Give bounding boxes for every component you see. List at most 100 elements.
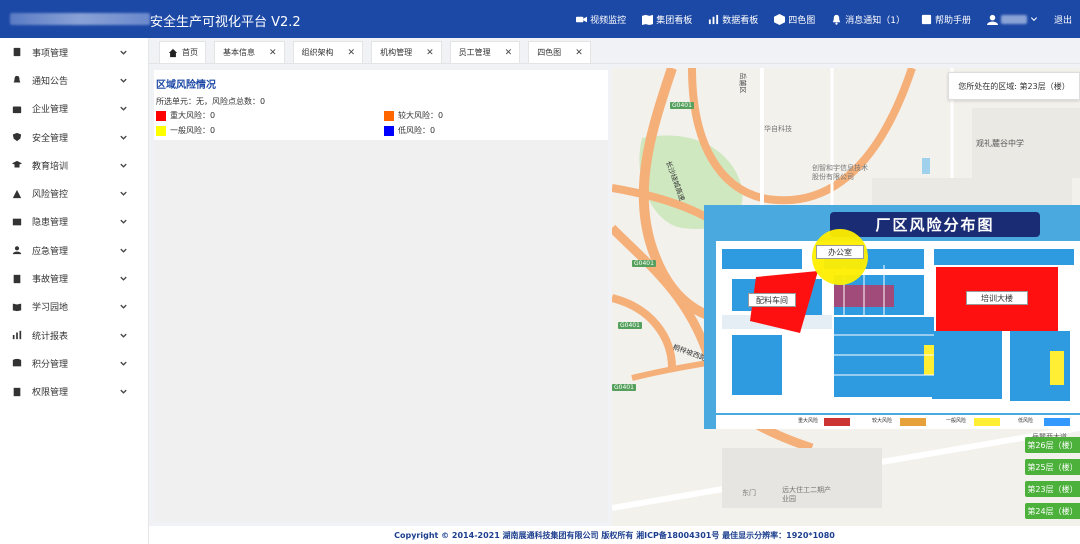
office-label[interactable]: 办公室 (816, 245, 864, 259)
chevron-down-icon (119, 48, 128, 57)
sidebar-item-9[interactable]: 学习园地 (0, 293, 148, 321)
risk-panel-header: 区域风险情况 所选单元：无，风险点总数：0 重大风险：0 较大风险：0 一般风险… (154, 70, 608, 140)
tab-5[interactable]: 四色图 ✕ (528, 41, 591, 63)
document-icon (12, 47, 22, 57)
database-icon (12, 358, 22, 368)
tabs-bar: 首页 基本信息 ✕ 组织架构 ✕ 机构管理 ✕ 员工管理 ✕ 四色图 ✕ (149, 38, 1080, 64)
chevron-down-icon (119, 302, 128, 311)
close-icon[interactable]: ✕ (575, 48, 583, 58)
floor-button-24[interactable]: 第24层（楼） (1025, 503, 1080, 519)
sidebar-item-2[interactable]: 企业管理 (0, 95, 148, 123)
current-location-box: 您所处在的区域: 第23层（楼） (948, 72, 1080, 100)
app-title: 安全生产可视化平台 V2.2 (150, 15, 301, 30)
nav-four-color-map[interactable]: 四色图 (774, 13, 815, 26)
factory-legend-major: 重大风险 (798, 418, 819, 424)
sidebar-item-label: 安全管理 (32, 133, 69, 144)
accident-icon (12, 274, 22, 284)
tab-label: 机构管理 (380, 48, 413, 57)
tab-1[interactable]: 基本信息 ✕ (214, 41, 285, 63)
chevron-down-icon (1030, 17, 1038, 22)
sidebar-item-label: 隐患管理 (32, 218, 69, 229)
home-icon (168, 48, 178, 57)
nav-notifications-label: 消息通知（1） (845, 15, 905, 26)
username-blurred (1000, 14, 1027, 24)
legend-low-risk-label: 低风险：0 (398, 126, 436, 135)
tab-3[interactable]: 机构管理 ✕ (371, 41, 442, 63)
legend-large-risk: 较大风险：0 (384, 110, 443, 121)
chevron-down-icon (119, 246, 128, 255)
close-icon[interactable]: ✕ (348, 48, 356, 58)
legend-major-risk-label: 重大风险：0 (170, 111, 216, 120)
general-risk-swatch (156, 125, 166, 136)
sidebar-item-1[interactable]: 通知公告 (0, 66, 148, 94)
map-label-company: 华自科技 (764, 125, 792, 133)
legend-general-risk: 一般风险：0 (156, 125, 215, 136)
floor-button-23[interactable]: 第23层（楼） (1025, 481, 1080, 497)
top-header: 安全生产可视化平台 V2.2 视频监控 集团看板 数据看板 四色图 消息通知（1… (0, 0, 1080, 38)
nav-group-board-label: 集团看板 (656, 15, 693, 26)
bell-icon (833, 14, 841, 25)
floor-button-25[interactable]: 第25层（楼） (1025, 459, 1080, 475)
workshop-label[interactable]: 配料车间 (748, 293, 796, 307)
nav-help-manual[interactable]: 帮助手册 (921, 13, 971, 26)
sidebar-item-12[interactable]: 权限管理 (0, 378, 148, 406)
panel-title: 区域风险情况 (156, 80, 216, 91)
tab-label: 四色图 (537, 48, 562, 57)
video-camera-icon (576, 16, 588, 22)
factory-floor-plan (716, 229, 1080, 429)
tab-label: 基本信息 (223, 48, 255, 57)
cube-icon (774, 13, 786, 25)
graduation-cap-icon (12, 160, 22, 170)
sidebar-item-label: 积分管理 (32, 359, 69, 370)
book-open-icon (12, 302, 22, 312)
sidebar-item-3[interactable]: 安全管理 (0, 123, 148, 151)
logout-button[interactable]: 退出 (1054, 13, 1072, 26)
chevron-down-icon (119, 359, 128, 368)
sidebar-item-7[interactable]: 应急管理 (0, 236, 148, 264)
map-label-school: 观礼麓谷中学 (976, 139, 1024, 148)
sidebar-item-0[interactable]: 事项管理 (0, 38, 148, 66)
map-label-company-2: 创智和宇信息技术股份有限公司 (812, 164, 868, 181)
logout-label: 退出 (1053, 15, 1072, 26)
user-menu[interactable] (986, 14, 1038, 25)
close-icon[interactable]: ✕ (505, 48, 513, 58)
lock-document-icon (12, 387, 22, 397)
floor-button-26[interactable]: 第26层（楼） (1025, 437, 1080, 453)
nav-notifications[interactable]: 消息通知（1） (831, 13, 905, 26)
nav-data-board[interactable]: 数据看板 (708, 13, 758, 26)
sidebar-item-6[interactable]: 隐患管理 (0, 208, 148, 236)
sidebar-item-5[interactable]: 风险管控 (0, 179, 148, 207)
tab-label: 组织架构 (301, 48, 334, 57)
close-icon[interactable]: ✕ (269, 48, 277, 58)
chevron-down-icon (119, 217, 128, 226)
sidebar-item-label: 事项管理 (32, 48, 69, 59)
book-icon (921, 14, 932, 24)
bell-icon (12, 75, 22, 85)
nav-data-board-label: 数据看板 (722, 15, 759, 26)
company-logo-blurred (10, 13, 150, 25)
selection-info: 所选单元：无，风险点总数：0 (156, 97, 266, 106)
nav-four-color-map-label: 四色图 (788, 15, 816, 26)
legend-low-risk: 低风险：0 (384, 125, 435, 136)
chevron-down-icon (119, 331, 128, 340)
top-nav: 视频监控 集团看板 数据看板 四色图 消息通知（1） 帮助手册 退出 (576, 0, 1072, 38)
close-icon[interactable]: ✕ (426, 48, 434, 58)
tab-2[interactable]: 组织架构 ✕ (292, 41, 364, 63)
nav-group-board[interactable]: 集团看板 (642, 13, 692, 26)
factory-legend-general: 一般风险 (946, 418, 967, 424)
factory-risk-map[interactable]: 厂区风险分布图 办公室 配料车间 培训大楼 重大风险 较大风险 一般风险 低风险 (704, 205, 1080, 429)
sidebar-item-4[interactable]: 教育培训 (0, 151, 148, 179)
nav-video-monitor[interactable]: 视频监控 (576, 13, 626, 26)
sidebar-item-label: 教育培训 (32, 161, 69, 172)
road-sign-g0401: G0401 (612, 384, 636, 391)
training-building-label[interactable]: 培训大楼 (966, 291, 1028, 305)
user-alert-icon (12, 245, 22, 255)
sidebar-item-8[interactable]: 事故管理 (0, 264, 148, 292)
sidebar-item-label: 统计报表 (32, 331, 69, 342)
tab-0[interactable]: 首页 (159, 41, 206, 63)
nav-help-manual-label: 帮助手册 (934, 15, 971, 26)
factory-legend-low: 低风险 (1018, 418, 1034, 424)
sidebar-item-10[interactable]: 统计报表 (0, 321, 148, 349)
sidebar-item-11[interactable]: 积分管理 (0, 349, 148, 377)
tab-4[interactable]: 员工管理 ✕ (449, 41, 521, 63)
